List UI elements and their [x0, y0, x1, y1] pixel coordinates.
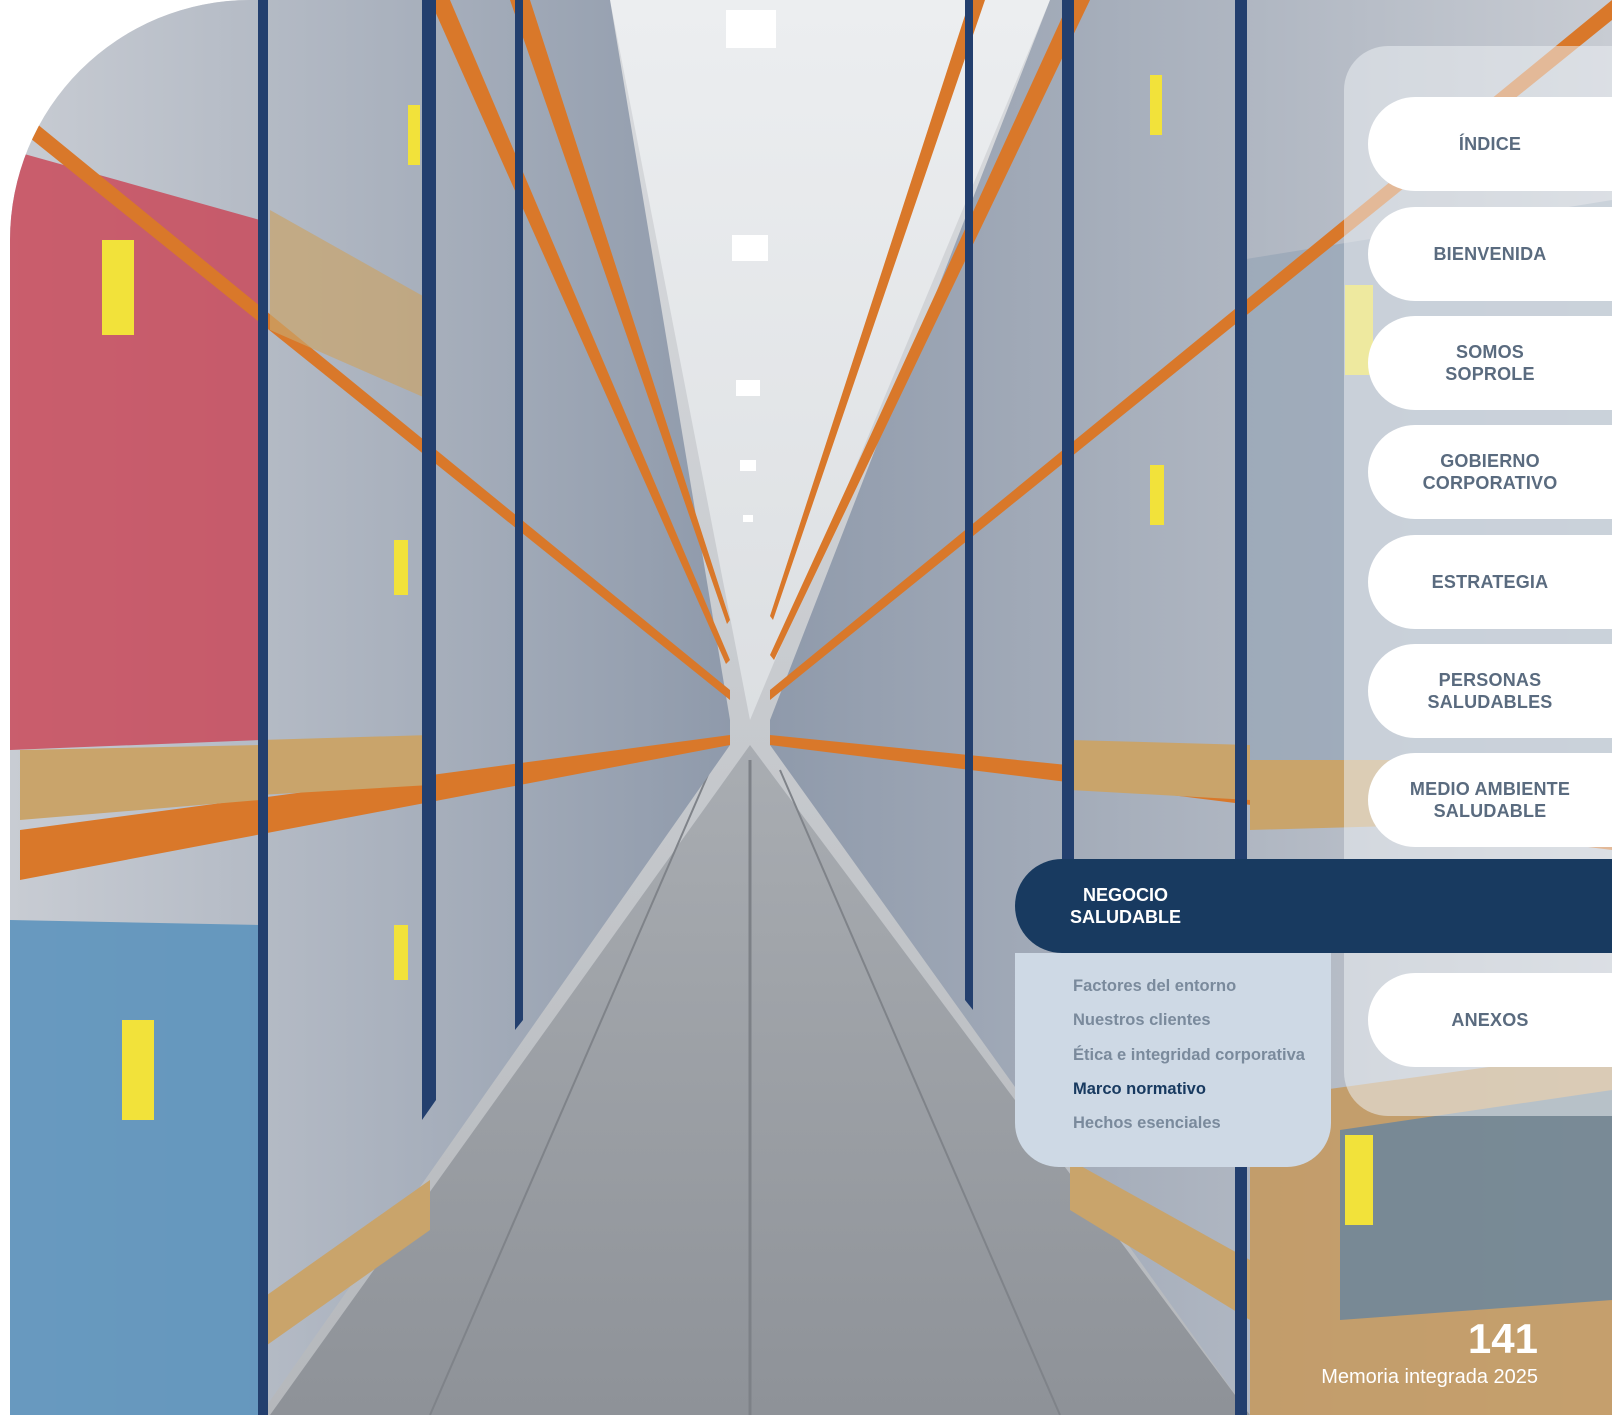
page-number: 141	[1467, 1315, 1538, 1362]
nav-item-somos-soprole[interactable]: SOMOS SOPROLE	[1368, 316, 1612, 410]
submenu-item-marco-normativo[interactable]: Marco normativo	[1073, 1080, 1206, 1099]
nav-item-gobierno-corporativo[interactable]: GOBIERNO CORPORATIVO	[1368, 425, 1612, 519]
nav-item-negocio-saludable-label: NEGOCIO SALUDABLE	[1070, 885, 1181, 927]
nav-item-indice[interactable]: ÍNDICE	[1368, 97, 1612, 191]
nav-item-personas-saludables[interactable]: PERSONAS SALUDABLES	[1368, 644, 1612, 738]
submenu-item-etica-e-integridad[interactable]: Ética e integridad corporativa	[1073, 1046, 1305, 1065]
nav-item-anexos[interactable]: ANEXOS	[1368, 973, 1612, 1067]
nav-item-estrategia[interactable]: ESTRATEGIA	[1368, 535, 1612, 629]
document-name: Memoria integrada 2025	[1321, 1366, 1538, 1388]
submenu-item-hechos-esenciales[interactable]: Hechos esenciales	[1073, 1114, 1221, 1133]
submenu-item-nuestros-clientes[interactable]: Nuestros clientes	[1073, 1011, 1211, 1030]
nav-item-bienvenida[interactable]: BIENVENIDA	[1368, 207, 1612, 301]
submenu-item-factores-del-entorno[interactable]: Factores del entorno	[1073, 977, 1236, 996]
nav-item-medio-ambiente-saludable[interactable]: MEDIO AMBIENTE SALUDABLE	[1368, 753, 1612, 847]
